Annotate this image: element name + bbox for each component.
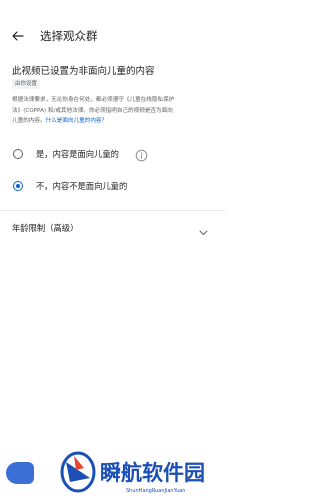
- option-not-made-for-kids[interactable]: 不，内容不是面向儿童的: [0, 173, 225, 201]
- option-label: 不，内容不是面向儿童的: [36, 181, 128, 191]
- option-label: 是，内容是面向儿童的: [36, 149, 119, 159]
- option-made-for-kids[interactable]: 是，内容是面向儿童的: [0, 141, 225, 169]
- arrow-left-icon: [12, 31, 24, 41]
- description-line: 法》(COPPA) 和/或其他法律。你必须指明自己的视频是否为面向: [12, 107, 173, 114]
- watermark-logo: 瞬航软件园 ShunHangRuanJianYuan: [56, 448, 216, 496]
- made-for-kids-link[interactable]: 什么是面向儿童的内容？: [46, 118, 108, 124]
- description-line: 儿童的内容。什么是面向儿童的内容？: [12, 116, 217, 127]
- description-line: 根据法律要求，无论你身在何处，都必须遵守《儿童在线隐私保护: [12, 97, 175, 103]
- svg-text:ShunHangRuanJianYuan: ShunHangRuanJianYuan: [126, 488, 185, 494]
- age-restriction-label: 年龄限制（高级）: [12, 223, 79, 233]
- svg-text:瞬航软件园: 瞬航软件园: [100, 461, 205, 485]
- age-restriction-row[interactable]: 年龄限制（高级）: [0, 217, 225, 239]
- back-button[interactable]: [8, 26, 28, 46]
- set-by-you-badge: 由你设置: [12, 79, 41, 89]
- page-title: 选择观众群: [40, 29, 98, 43]
- section-divider: [0, 210, 225, 211]
- app-bar: 选择观众群: [0, 20, 225, 50]
- coppa-description: 根据法律要求，无论你身在何处，都必须遵守《儿童在线隐私保护 法》(COPPA) …: [12, 95, 217, 127]
- notice-title: 此视频已设置为非面向儿童的内容: [12, 66, 155, 77]
- info-icon[interactable]: [135, 147, 148, 162]
- radio-made-for-kids[interactable]: [13, 149, 23, 159]
- floating-action-button[interactable]: [6, 462, 34, 484]
- chevron-down-icon: [198, 223, 209, 235]
- radio-not-made-for-kids[interactable]: [13, 181, 23, 191]
- description-text: 儿童的内容。: [12, 118, 46, 124]
